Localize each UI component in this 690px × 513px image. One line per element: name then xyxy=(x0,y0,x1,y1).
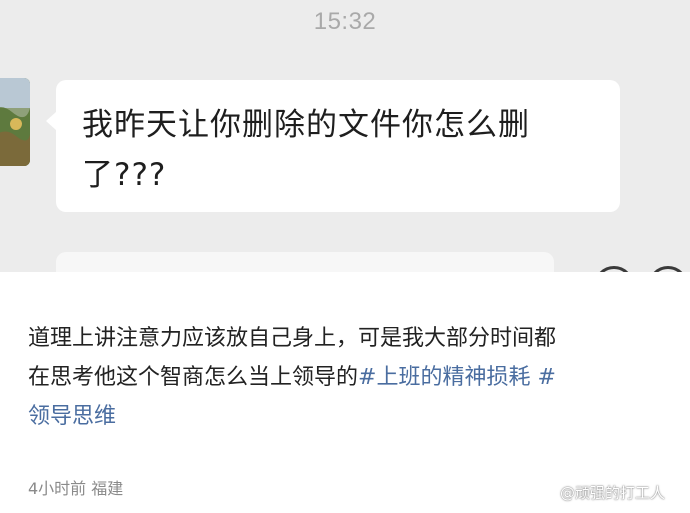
post-text-line-2: 在思考他这个智商怎么当上领导的#上班的精神损耗 # xyxy=(28,358,668,397)
message-line-2: 了??? xyxy=(82,157,167,193)
watermark-text: @顽强的打工人 xyxy=(560,484,666,502)
post-text-plain: 在思考他这个智商怎么当上领导的 xyxy=(28,365,359,390)
watermark: @顽强的打工人 xyxy=(534,482,665,503)
next-message-bubble xyxy=(56,252,554,272)
sender-avatar[interactable] xyxy=(0,78,30,166)
hashtag-link[interactable]: #上班的精神损耗 # xyxy=(358,365,556,390)
post-text-line-3: 领导思维 xyxy=(28,397,668,436)
bubble-tail xyxy=(46,112,56,130)
message-bubble[interactable]: 我昨天让你删除的文件你怎么删 了??? xyxy=(56,80,620,212)
chat-timestamp: 15:32 xyxy=(313,8,377,35)
chat-screenshot: 15:32 我昨天让你删除的文件你怎么删 了??? xyxy=(0,0,690,272)
post-body: 道理上讲注意力应该放自己身上，可是我大部分时间都 在思考他这个智商怎么当上领导的… xyxy=(28,319,668,436)
hashtag-link[interactable]: 领导思维 xyxy=(28,404,116,429)
avatar-image-icon xyxy=(0,78,30,166)
post-meta: 4小时前 福建 xyxy=(28,479,124,498)
message-line-1: 我昨天让你删除的文件你怎么删 xyxy=(82,107,530,143)
weibo-icon xyxy=(534,485,555,502)
post-text-line-1: 道理上讲注意力应该放自己身上，可是我大部分时间都 xyxy=(28,326,557,351)
post-card: 道理上讲注意力应该放自己身上，可是我大部分时间都 在思考他这个智商怎么当上领导的… xyxy=(0,272,690,513)
